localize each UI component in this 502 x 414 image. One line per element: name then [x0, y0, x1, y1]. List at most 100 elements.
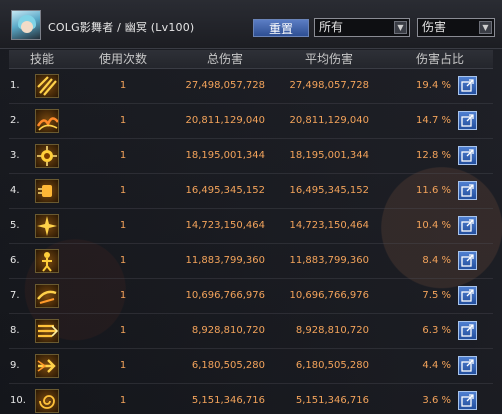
- column-header-skill[interactable]: 技能: [17, 50, 67, 68]
- total-damage: 27,498,057,728: [185, 80, 265, 91]
- source-filter-select[interactable]: 所有 ▼: [314, 18, 410, 37]
- blade-rush-icon: [35, 319, 59, 343]
- export-icon: [461, 149, 474, 162]
- dash-kick-icon: [35, 284, 59, 308]
- detail-export-button[interactable]: [458, 216, 477, 235]
- export-icon: [461, 289, 474, 302]
- table-row: 8. 1 8,928,810,720 8,928,810,720 6.3 %: [9, 314, 493, 349]
- column-header-pct[interactable]: 伤害占比: [405, 50, 475, 68]
- type-filter-value: 伤害: [422, 20, 447, 34]
- column-header-count[interactable]: 使用次数: [93, 50, 153, 68]
- damage-percent: 8.4 %: [422, 255, 451, 266]
- total-damage: 14,723,150,464: [185, 220, 265, 231]
- damage-percent: 3.6 %: [422, 395, 451, 406]
- average-damage: 18,195,001,344: [289, 150, 369, 161]
- table-row: 4. 1 16,495,345,152 16,495,345,152 11.6 %: [9, 174, 493, 209]
- detail-export-button[interactable]: [458, 286, 477, 305]
- row-rank: 5.: [10, 220, 20, 231]
- damage-percent: 10.4 %: [416, 220, 451, 231]
- detail-export-button[interactable]: [458, 146, 477, 165]
- header-bar: COLG影舞者 / 幽冥 (Lv100) 重置 所有 ▼ 伤害 ▼: [0, 0, 502, 49]
- damage-percent: 4.4 %: [422, 360, 451, 371]
- row-rank: 1.: [10, 80, 20, 91]
- table-row: 3. 1 18,195,001,344 18,195,001,344 12.8 %: [9, 139, 493, 174]
- average-damage: 27,498,057,728: [289, 80, 369, 91]
- type-filter-select[interactable]: 伤害 ▼: [417, 18, 495, 37]
- detail-export-button[interactable]: [458, 76, 477, 95]
- damage-percent: 6.3 %: [422, 325, 451, 336]
- average-damage: 11,883,799,360: [289, 255, 369, 266]
- figure-pose-icon: [35, 249, 59, 273]
- use-count: 1: [119, 185, 127, 196]
- character-name: COLG影舞者 / 幽冥 (Lv100): [48, 21, 195, 34]
- total-damage: 8,928,810,720: [191, 325, 265, 336]
- export-icon: [461, 324, 474, 337]
- total-damage: 5,151,346,716: [191, 395, 265, 406]
- total-damage: 16,495,345,152: [185, 185, 265, 196]
- table-row: 10. 1 5,151,346,716 5,151,346,716 3.6 %: [9, 384, 493, 414]
- row-rank: 9.: [10, 360, 20, 371]
- arrow-strike-icon: [35, 354, 59, 378]
- table-body: 1. 1 27,498,057,728 27,498,057,728 19.4 % 2. 1…: [9, 69, 493, 414]
- detail-export-button[interactable]: [458, 356, 477, 375]
- fist-strike-icon: [35, 179, 59, 203]
- export-icon: [461, 184, 474, 197]
- row-rank: 7.: [10, 290, 20, 301]
- detail-export-button[interactable]: [458, 181, 477, 200]
- average-damage: 8,928,810,720: [295, 325, 369, 336]
- detail-export-button[interactable]: [458, 251, 477, 270]
- export-icon: [461, 254, 474, 267]
- use-count: 1: [119, 220, 127, 231]
- source-filter-value: 所有: [319, 20, 344, 34]
- column-header-total[interactable]: 总伤害: [185, 50, 265, 68]
- export-icon: [461, 359, 474, 372]
- table-row: 9. 1 6,180,505,280 6,180,505,280 4.4 %: [9, 349, 493, 384]
- use-count: 1: [119, 395, 127, 406]
- detail-export-button[interactable]: [458, 111, 477, 130]
- orb-burst-icon: [35, 144, 59, 168]
- row-rank: 3.: [10, 150, 20, 161]
- total-damage: 10,696,766,976: [185, 290, 265, 301]
- total-damage: 18,195,001,344: [185, 150, 265, 161]
- table-row: 7. 1 10,696,766,976 10,696,766,976 7.5 %: [9, 279, 493, 314]
- detail-export-button[interactable]: [458, 321, 477, 340]
- reset-button[interactable]: 重置: [253, 19, 309, 37]
- average-damage: 10,696,766,976: [289, 290, 369, 301]
- use-count: 1: [119, 255, 127, 266]
- row-rank: 4.: [10, 185, 20, 196]
- table-row: 1. 1 27,498,057,728 27,498,057,728 19.4 %: [9, 69, 493, 104]
- use-count: 1: [119, 150, 127, 161]
- total-damage: 11,883,799,360: [185, 255, 265, 266]
- row-rank: 6.: [10, 255, 20, 266]
- total-damage: 6,180,505,280: [191, 360, 265, 371]
- damage-percent: 7.5 %: [422, 290, 451, 301]
- average-damage: 6,180,505,280: [295, 360, 369, 371]
- export-icon: [461, 114, 474, 127]
- table-row: 6. 1 11,883,799,360 11,883,799,360 8.4 %: [9, 244, 493, 279]
- average-damage: 14,723,150,464: [289, 220, 369, 231]
- flame-wave-icon: [35, 109, 59, 133]
- export-icon: [461, 79, 474, 92]
- damage-percent: 12.8 %: [416, 150, 451, 161]
- export-icon: [461, 219, 474, 232]
- damage-stats-window: COLG影舞者 / 幽冥 (Lv100) 重置 所有 ▼ 伤害 ▼ 技能 使用次…: [0, 0, 502, 414]
- use-count: 1: [119, 360, 127, 371]
- claw-slash-icon: [35, 74, 59, 98]
- use-count: 1: [119, 325, 127, 336]
- average-damage: 5,151,346,716: [295, 395, 369, 406]
- chevron-down-icon: ▼: [479, 21, 492, 34]
- character-avatar: [11, 10, 41, 40]
- table-row: 5. 1 14,723,150,464 14,723,150,464 10.4 %: [9, 209, 493, 244]
- column-header-avg[interactable]: 平均伤害: [289, 50, 369, 68]
- use-count: 1: [119, 80, 127, 91]
- damage-percent: 14.7 %: [416, 115, 451, 126]
- star-burst-icon: [35, 214, 59, 238]
- table-header: 技能 使用次数 总伤害 平均伤害 伤害占比: [9, 50, 493, 69]
- total-damage: 20,811,129,040: [185, 115, 265, 126]
- chevron-down-icon: ▼: [394, 21, 407, 34]
- export-icon: [461, 394, 474, 407]
- average-damage: 20,811,129,040: [289, 115, 369, 126]
- average-damage: 16,495,345,152: [289, 185, 369, 196]
- skill-damage-table: 技能 使用次数 总伤害 平均伤害 伤害占比 1. 1 27,498,057,728 2…: [9, 50, 493, 414]
- detail-export-button[interactable]: [458, 391, 477, 410]
